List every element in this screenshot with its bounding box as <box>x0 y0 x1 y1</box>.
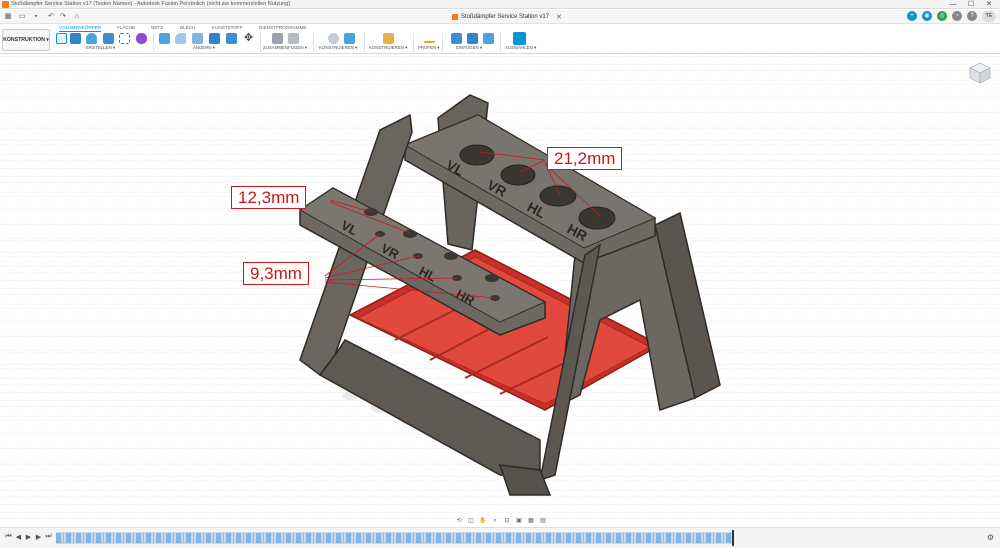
dimension-label-front-width: 12,3mm <box>231 186 307 209</box>
redo-icon[interactable]: ↷ <box>58 12 68 22</box>
fillet-icon[interactable] <box>175 33 186 44</box>
new-tab-icon[interactable]: + <box>907 11 917 21</box>
create-form-icon[interactable] <box>136 33 147 44</box>
viewports-icon[interactable]: ▤ <box>539 517 547 525</box>
workspace-switcher[interactable]: KONSTRUKTION ▾ <box>2 29 50 51</box>
group-einfuegen[interactable]: EINFÜGEN ▾ <box>456 45 482 51</box>
timeline-first-icon[interactable]: ⏮ <box>4 533 13 541</box>
group-konstruieren-1[interactable]: KONSTRUIEREN ▾ <box>319 45 357 51</box>
group-zusammenfuegen[interactable]: ZUSAMMENFÜGEN ▾ <box>263 45 307 51</box>
timeline-marker[interactable] <box>732 530 734 546</box>
document-tab[interactable]: Stoßdämpfer Service Station v17 ✕ <box>452 11 562 23</box>
document-tab-label: Stoßdämpfer Service Station v17 <box>461 14 550 20</box>
timeline-prev-icon[interactable]: ◀ <box>14 533 23 541</box>
timeline-settings-icon[interactable]: ⚙ <box>987 533 994 542</box>
user-avatar[interactable]: TE <box>982 11 996 22</box>
fit-icon[interactable]: ⊡ <box>503 517 511 525</box>
shell-icon[interactable] <box>209 33 220 44</box>
hole-icon[interactable] <box>103 33 114 44</box>
ribbon-divider <box>442 33 443 52</box>
pan-icon[interactable]: ✋ <box>479 517 487 525</box>
group-aendern[interactable]: ÄNDERN ▾ <box>193 45 215 51</box>
undo-icon[interactable]: ↶ <box>46 12 56 22</box>
help-icon[interactable]: ? <box>967 11 977 21</box>
group-konstruieren-2[interactable]: KONSTRUIEREN ▾ <box>369 45 407 51</box>
insert-mesh-icon[interactable] <box>467 33 478 44</box>
ribbon-divider <box>260 33 261 52</box>
look-at-icon[interactable]: ◫ <box>467 517 475 525</box>
ribbon-divider <box>500 33 501 52</box>
fusion-logo-icon <box>2 1 9 8</box>
quick-access-toolbar: ▦ ▭ ▪ ↶ ↷ ⌂ Stoßdämpfer Service Station … <box>0 10 1000 24</box>
ribbon-divider <box>413 33 414 52</box>
pattern-icon[interactable] <box>119 33 130 44</box>
dimension-label-top-holes: 21,2mm <box>547 147 623 170</box>
orbit-icon[interactable]: ⟲ <box>455 517 463 525</box>
timeline-last-icon[interactable]: ⏭ <box>44 533 53 541</box>
combine-icon[interactable] <box>226 33 237 44</box>
group-auswaehlen[interactable]: AUSWÄHLEN ▾ <box>505 45 536 51</box>
tab-netz[interactable]: NETZ <box>151 24 163 31</box>
ribbon-divider <box>313 33 314 52</box>
ribbon-divider <box>153 33 154 52</box>
chamfer-icon[interactable] <box>192 33 203 44</box>
tab-blech[interactable]: BLECH <box>180 24 195 31</box>
document-close-icon[interactable]: ✕ <box>556 13 562 21</box>
extrude-icon[interactable] <box>70 33 81 44</box>
revolve-icon[interactable] <box>86 33 97 44</box>
close-button[interactable]: ✕ <box>980 0 998 9</box>
tab-kunststoff[interactable]: KUNSTSTOFF <box>212 24 243 31</box>
press-pull-icon[interactable] <box>159 33 170 44</box>
ribbon-divider <box>364 33 365 52</box>
file-menu-icon[interactable]: ▭ <box>17 12 27 22</box>
joint-icon[interactable] <box>272 33 283 44</box>
tab-volumenkoerper[interactable]: VOLUMENKÖRPER <box>59 24 102 32</box>
zoom-icon[interactable]: ⌕ <box>491 517 499 525</box>
construction-plane-icon[interactable] <box>383 33 394 44</box>
move-icon[interactable]: ✥ <box>243 33 254 44</box>
model-canvas[interactable]: VL VR HL HR VL VR HL HR <box>0 55 1000 524</box>
insert-canvas-icon[interactable] <box>483 33 494 44</box>
display-settings-icon[interactable]: ▣ <box>515 517 523 525</box>
timeline-play-icon[interactable]: ▶ <box>24 533 33 541</box>
dimension-label-front-holes: 9,3mm <box>243 262 309 285</box>
ribbon: KONSTRUKTION ▾ VOLUMENKÖRPER FLÄCHE NETZ… <box>0 24 1000 54</box>
navigation-bar: ⟲ ◫ ✋ ⌕ ⊡ ▣ ▦ ▤ <box>455 516 547 526</box>
app-grid-icon[interactable]: ▦ <box>3 12 13 22</box>
tab-dienstprogramme[interactable]: DIENSTPROGRAMME <box>259 24 306 31</box>
document-icon <box>452 14 458 20</box>
window-title: Stoßdämpfer Service Station v17 (Testen … <box>11 1 291 7</box>
minimize-button[interactable]: — <box>944 0 962 9</box>
configure-icon[interactable] <box>344 33 355 44</box>
job-status-icon[interactable]: ◎ <box>937 11 947 21</box>
select-icon[interactable] <box>513 32 526 45</box>
insert-derive-icon[interactable] <box>451 33 462 44</box>
timeline-next-icon[interactable]: ▶ <box>34 533 43 541</box>
save-icon[interactable]: ▪ <box>31 12 41 22</box>
title-bar: Stoßdämpfer Service Station v17 (Testen … <box>0 0 1000 9</box>
as-built-joint-icon[interactable] <box>288 33 299 44</box>
viewcube[interactable] <box>968 61 992 85</box>
header-right-icons: + ◉ ◎ ◔ ? TE <box>907 11 996 22</box>
measure-icon[interactable] <box>424 36 435 43</box>
maximize-button[interactable]: ☐ <box>962 0 980 9</box>
group-pruefen[interactable]: PRÜFEN ▾ <box>418 45 439 51</box>
extensions-icon[interactable]: ◉ <box>922 11 932 21</box>
timeline-features[interactable] <box>56 532 734 544</box>
parameters-icon[interactable] <box>328 33 339 44</box>
home-icon[interactable]: ⌂ <box>72 12 82 22</box>
notifications-icon[interactable]: ◔ <box>952 11 962 21</box>
group-erstellen[interactable]: ERSTELLEN ▾ <box>86 45 115 51</box>
tab-flaeche[interactable]: FLÄCHE <box>117 24 135 31</box>
timeline: ⏮ ◀ ▶ ▶ ⏭ ⚙ <box>0 527 1000 548</box>
grid-settings-icon[interactable]: ▦ <box>527 517 535 525</box>
new-sketch-icon[interactable] <box>56 33 67 44</box>
canvas-viewport[interactable]: VL VR HL HR VL VR HL HR 21,2mm 12,3mm 9,… <box>0 55 1000 524</box>
